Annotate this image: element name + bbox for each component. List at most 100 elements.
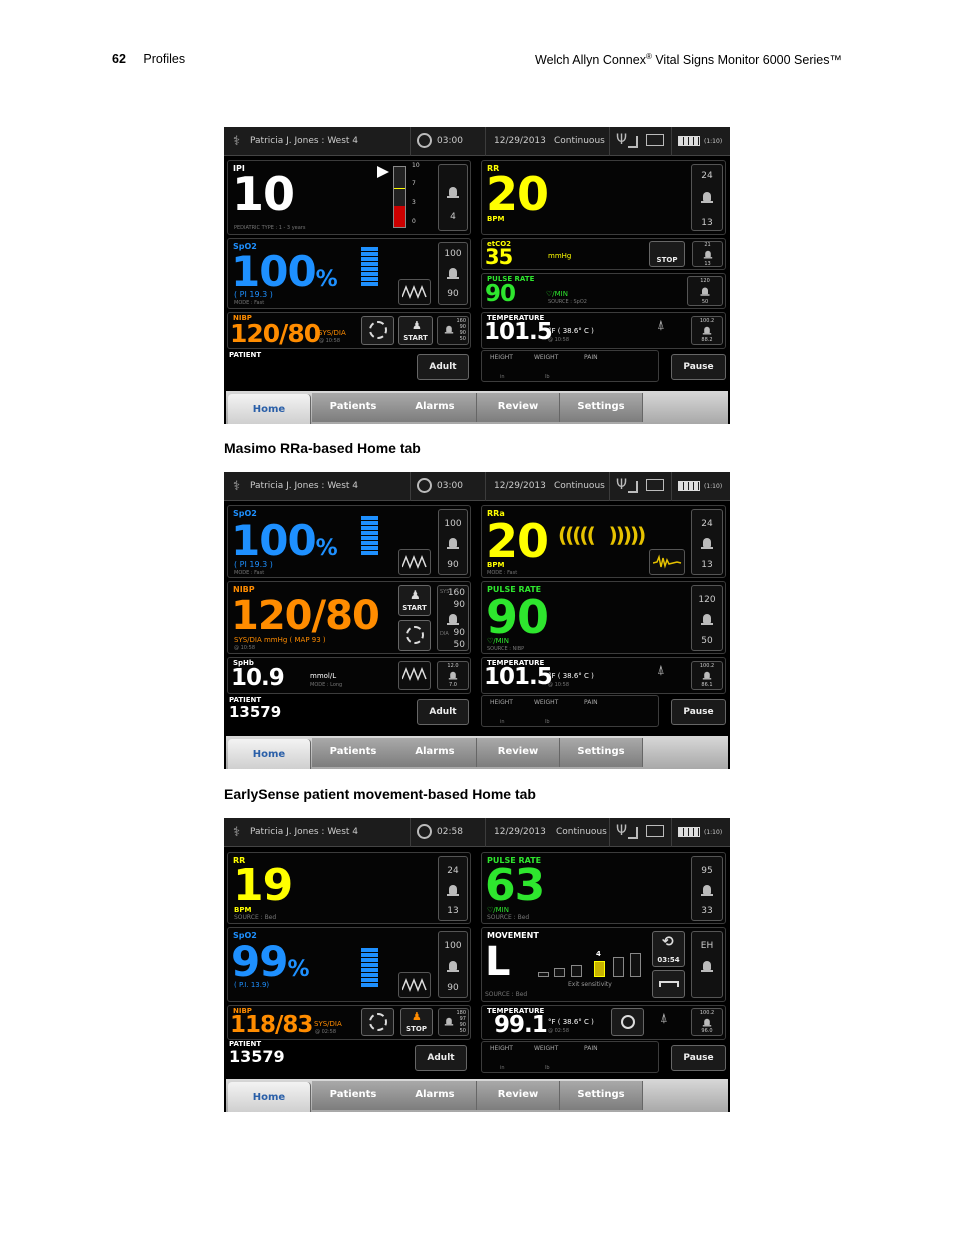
pulse-alarm-limits[interactable]: 95 33	[691, 856, 723, 921]
sensitivity-level-6[interactable]	[630, 953, 641, 977]
nibp-alarm-limits[interactable]: 180 97 90 50	[438, 1008, 469, 1036]
connectivity-cell[interactable]: Ψ	[610, 818, 672, 847]
spo2-panel[interactable]: SpO2 100% ( PI 19.3 ) MODE : Fast 100 90	[227, 238, 471, 309]
manual-params-panel[interactable]: HEIGHT WEIGHT PAIN in lb	[481, 1041, 659, 1073]
clock-cell[interactable]: 03:00	[411, 472, 486, 501]
tab-settings[interactable]: Settings	[560, 738, 643, 767]
waveform-button[interactable]	[398, 279, 431, 305]
interval-button[interactable]	[361, 1008, 394, 1036]
pause-button[interactable]: Pause	[671, 354, 726, 380]
waveform-button[interactable]	[398, 972, 431, 998]
nibp-panel[interactable]: NIBP 120/80 SYS/DIA @ 10:58 ♟ START 160 90…	[227, 312, 471, 349]
acoustic-waveform-button[interactable]	[649, 549, 685, 575]
patient-cell[interactable]: ⚕ Patricia J. Jones : West 4	[224, 818, 411, 847]
patient-cell[interactable]: ⚕ Patricia J. Jones : West 4	[224, 127, 411, 156]
movement-panel[interactable]: MOVEMENT L 4 Exit sensitivity SOURCE : B…	[481, 927, 726, 1002]
temperature-panel[interactable]: TEMPERATURE 101.5 °F ( 38.6° C ) @ 10:58…	[481, 657, 726, 694]
sensitivity-level-4[interactable]	[594, 961, 605, 977]
patient-cell[interactable]: ⚕ Patricia J. Jones : West 4	[224, 472, 411, 501]
pause-button[interactable]: Pause	[671, 699, 726, 725]
pulse-panel[interactable]: PULSE RATE 90 ♡/MIN SOURCE : NIBP 120 50	[481, 581, 726, 654]
interval-button[interactable]	[361, 316, 394, 345]
ipi-panel[interactable]: IPI 10 PEDIATRIC TYPE : 1 - 3 years 10 7…	[227, 160, 471, 235]
date-mode-cell[interactable]: 12/29/2013 Continuous	[486, 472, 610, 501]
adult-button[interactable]: Adult	[417, 354, 469, 380]
temp-alarm-limits[interactable]: 100.2 96.0	[691, 1008, 723, 1036]
pause-button[interactable]: Pause	[671, 1045, 726, 1071]
nibp-panel[interactable]: NIBP 118/83 SYS/DIA @ 02:58 ♟ STOP 180 97 9…	[227, 1005, 471, 1040]
movement-alarm-limits[interactable]: EH	[691, 931, 723, 998]
temp-alarm-limits[interactable]: 100.2 86.1	[691, 661, 723, 690]
rra-panel[interactable]: RRa 20 BPM MODE : Fast ((((( ))))) 24 13	[481, 505, 726, 578]
nibp-alarm-limits[interactable]: SYS 160 90 DIA 90 50	[437, 585, 469, 651]
pulse-panel[interactable]: PULSE RATE 63 ♡/MIN SOURCE : Bed 95 33	[481, 852, 726, 924]
tab-home[interactable]: Home	[228, 739, 311, 769]
battery-cell[interactable]: (1:10)	[672, 127, 730, 156]
clock-cell[interactable]: 02:58	[411, 818, 486, 847]
nibp-stop-button[interactable]: ♟ STOP	[400, 1008, 433, 1036]
nibp-start-button[interactable]: ♟ START	[398, 585, 431, 616]
pulse-panel[interactable]: PULSE RATE 90 ♡/MIN SOURCE : SpO2 120 50	[481, 273, 726, 309]
tab-alarms[interactable]: Alarms	[394, 738, 477, 767]
patient-id[interactable]: 13579	[229, 705, 281, 720]
ipi-alarm-limits[interactable]: 4	[438, 164, 468, 231]
spo2-alarm-limits[interactable]: 100 90	[438, 931, 468, 998]
tab-settings[interactable]: Settings	[560, 1081, 643, 1110]
waveform-button[interactable]	[398, 661, 431, 690]
rr-panel[interactable]: RR 20 BPM 24 13	[481, 160, 726, 235]
battery-cell[interactable]: (1:10)	[672, 472, 730, 501]
rr-alarm-limits[interactable]: 24 13	[691, 164, 723, 231]
pulse-alarm-limits[interactable]: 120 50	[687, 276, 723, 306]
connectivity-cell[interactable]: Ψ	[610, 472, 672, 501]
tab-home[interactable]: Home	[228, 1082, 311, 1112]
tab-review[interactable]: Review	[477, 1081, 560, 1110]
patient-id[interactable]: 13579	[229, 1049, 285, 1065]
pulse-alarm-limits[interactable]: 120 50	[691, 585, 723, 651]
etco2-alarm-limits[interactable]: 21 13	[692, 241, 723, 267]
adult-button[interactable]: Adult	[417, 699, 469, 725]
tab-patients[interactable]: Patients	[312, 393, 395, 422]
date-mode-cell[interactable]: 12/29/2013 Continuous	[486, 127, 610, 156]
date-mode-cell[interactable]: 12/29/2013 Continuous	[486, 818, 610, 847]
spo2-alarm-limits[interactable]: 100 90	[438, 242, 468, 305]
temp-mode-button[interactable]	[611, 1008, 644, 1036]
tab-review[interactable]: Review	[477, 393, 560, 422]
tab-patients[interactable]: Patients	[312, 738, 395, 767]
bed-exit-button[interactable]	[652, 970, 685, 998]
tab-alarms[interactable]: Alarms	[394, 393, 477, 422]
temperature-panel[interactable]: TEMPERATURE 99.1 °F ( 38.6° C ) @ 02:58 …	[481, 1005, 726, 1040]
manual-params-panel[interactable]: HEIGHT WEIGHT PAIN in lb	[481, 350, 659, 382]
tab-patients[interactable]: Patients	[312, 1081, 395, 1110]
sensitivity-level-1[interactable]	[538, 972, 549, 977]
rr-panel[interactable]: RR 19 BPM SOURCE : Bed 24 13	[227, 852, 471, 924]
sphb-alarm-limits[interactable]: 12.0 7.0	[437, 661, 469, 690]
interval-button[interactable]	[398, 620, 431, 651]
tab-settings[interactable]: Settings	[560, 393, 643, 422]
spo2-panel[interactable]: SpO2 99% ( P.I. 13.9) 100 90	[227, 927, 471, 1002]
rra-alarm-limits[interactable]: 24 13	[691, 509, 723, 575]
temp-alarm-limits[interactable]: 100.2 88.2	[691, 316, 723, 345]
temperature-panel[interactable]: TEMPERATURE 101.5 °F ( 38.6° C ) @ 10:58…	[481, 312, 726, 349]
stop-button[interactable]: STOP	[649, 241, 685, 267]
rr-alarm-limits[interactable]: 24 13	[438, 856, 468, 921]
sensitivity-level-3[interactable]	[571, 965, 582, 977]
clock-cell[interactable]: 03:00	[411, 127, 486, 156]
sphb-panel[interactable]: SpHb 10.9 mmol/L MODE : Long 12.0 7.0	[227, 657, 471, 694]
waveform-button[interactable]	[398, 549, 431, 575]
nibp-panel[interactable]: NIBP 120/80 SYS/DIA mmHg ( MAP 93 ) @ 10…	[227, 581, 471, 654]
spo2-alarm-limits[interactable]: 100 90	[438, 509, 468, 575]
manual-params-panel[interactable]: HEIGHT WEIGHT PAIN in lb	[481, 695, 659, 727]
nibp-alarm-limits[interactable]: 160 90 90 50	[437, 316, 469, 345]
sensitivity-level-2[interactable]	[554, 968, 565, 977]
tab-home[interactable]: Home	[228, 394, 311, 424]
battery-cell[interactable]: (1:10)	[672, 818, 730, 847]
spo2-panel[interactable]: SpO2 100% ( PI 19.3 ) MODE : Fast 100 90	[227, 505, 471, 578]
connectivity-cell[interactable]: Ψ	[610, 127, 672, 156]
nibp-start-button[interactable]: ♟ START	[398, 316, 433, 345]
tab-review[interactable]: Review	[477, 738, 560, 767]
sensitivity-level-5[interactable]	[613, 957, 624, 977]
etco2-panel[interactable]: etCO2 35 mmHg STOP 21 13	[481, 238, 726, 270]
turn-timer-button[interactable]: ⟲ 03:54	[652, 931, 685, 967]
tab-alarms[interactable]: Alarms	[394, 1081, 477, 1110]
adult-button[interactable]: Adult	[415, 1045, 467, 1071]
